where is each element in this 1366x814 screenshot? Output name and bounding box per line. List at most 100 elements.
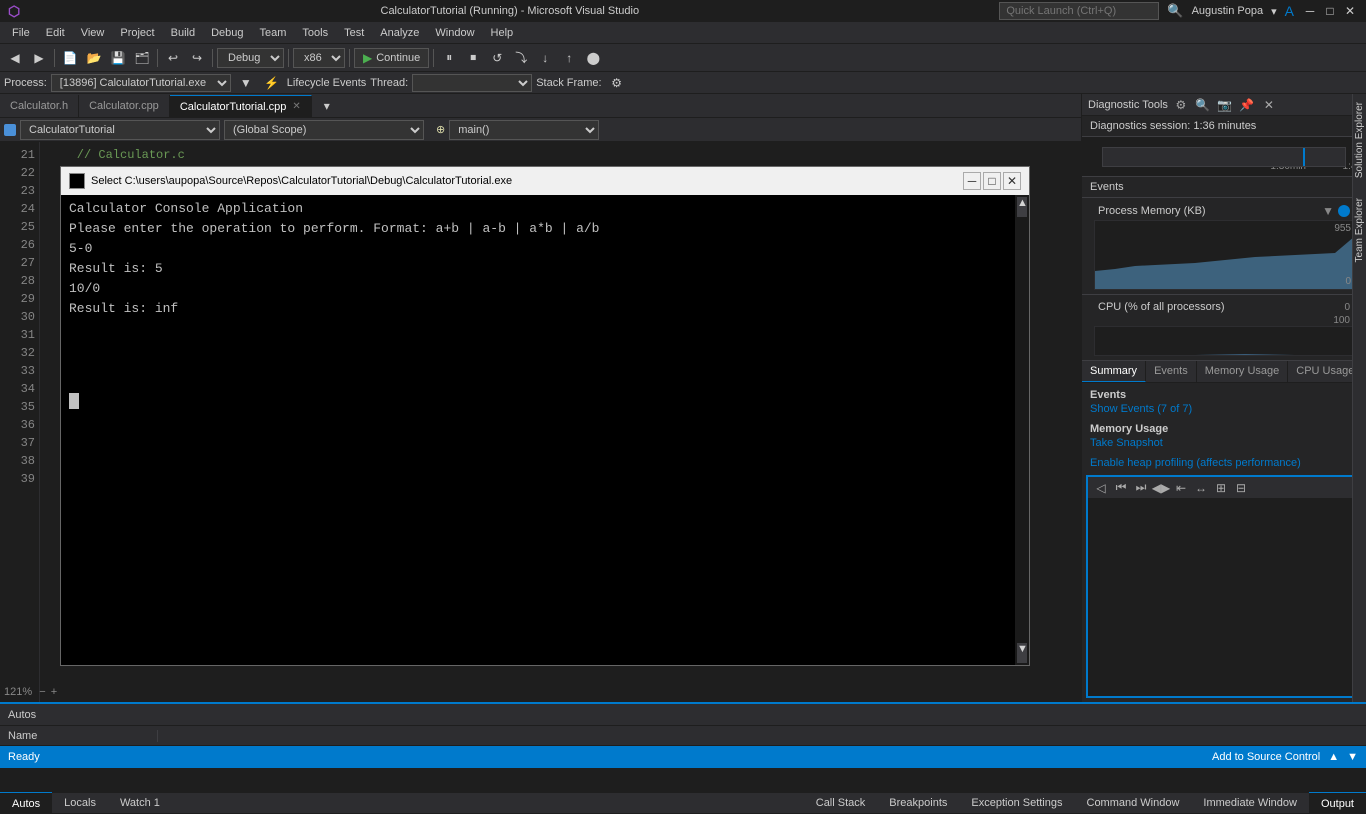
memory-toggle[interactable]: [1338, 205, 1350, 217]
platform-dropdown[interactable]: x86: [293, 48, 345, 68]
back-btn[interactable]: ◀: [4, 47, 26, 69]
project-dropdown[interactable]: CalculatorTutorial: [20, 120, 220, 140]
solution-explorer-label[interactable]: Solution Explorer: [1354, 102, 1365, 178]
console-minimize-btn[interactable]: ─: [963, 172, 981, 190]
stack-settings-btn[interactable]: ⚙: [606, 72, 628, 94]
inner-btn-3[interactable]: ⏭: [1132, 479, 1150, 497]
console-cursor: [69, 393, 79, 409]
stack-frame-label: Stack Frame:: [536, 77, 601, 89]
process-dropdown[interactable]: [13896] CalculatorTutorial.exe: [51, 74, 231, 92]
console-scrollbar[interactable]: ▲ ▼: [1015, 195, 1029, 665]
member-dropdown[interactable]: main(): [449, 120, 599, 140]
close-button[interactable]: ✕: [1342, 3, 1358, 19]
diag-search-btn[interactable]: 🔍: [1194, 96, 1212, 114]
user-dropdown-icon[interactable]: ▾: [1271, 5, 1277, 18]
btab-exception-settings[interactable]: Exception Settings: [959, 792, 1074, 814]
team-explorer-label[interactable]: Team Explorer: [1354, 198, 1365, 262]
menu-window[interactable]: Window: [427, 25, 482, 41]
continue-label: Continue: [376, 52, 420, 64]
inner-btn-4[interactable]: ◀▶: [1152, 479, 1170, 497]
inner-btn-5[interactable]: ⇤: [1172, 479, 1190, 497]
zoom-minus-btn[interactable]: −: [39, 686, 45, 698]
open-btn[interactable]: 📂: [83, 47, 105, 69]
diag-close-btn[interactable]: ✕: [1260, 96, 1278, 114]
step-out-btn[interactable]: ↑: [558, 47, 580, 69]
undo-btn[interactable]: ↩: [162, 47, 184, 69]
scope-dropdown[interactable]: (Global Scope): [224, 120, 424, 140]
btab-output[interactable]: Output: [1309, 792, 1366, 814]
search-icon[interactable]: 🔍: [1167, 3, 1183, 19]
diag-tab-memory-usage[interactable]: Memory Usage: [1197, 361, 1289, 382]
menu-debug[interactable]: Debug: [203, 25, 251, 41]
btab-immediate-window[interactable]: Immediate Window: [1191, 792, 1309, 814]
take-snapshot-btn[interactable]: Take Snapshot: [1090, 435, 1358, 451]
btab-command-window[interactable]: Command Window: [1075, 792, 1192, 814]
show-events-link[interactable]: Show Events (7 of 7): [1090, 403, 1358, 415]
inner-btn-7[interactable]: ⊞: [1212, 479, 1230, 497]
console-maximize-btn[interactable]: □: [983, 172, 1001, 190]
menu-edit[interactable]: Edit: [38, 25, 73, 41]
debug-mode-dropdown[interactable]: Debug: [217, 48, 284, 68]
tab-close-icon[interactable]: ✕: [292, 101, 300, 112]
tab-calculator-cpp[interactable]: Calculator.cpp: [79, 95, 170, 117]
menu-view[interactable]: View: [73, 25, 113, 41]
step-in-btn[interactable]: ↓: [534, 47, 556, 69]
scroll-down-btn[interactable]: ▼: [1017, 643, 1027, 663]
event-btn[interactable]: ⚡: [261, 72, 283, 94]
menu-build[interactable]: Build: [163, 25, 203, 41]
scroll-track[interactable]: [1015, 219, 1029, 641]
diag-tab-summary[interactable]: Summary: [1082, 361, 1146, 382]
menu-help[interactable]: Help: [483, 25, 522, 41]
save-all-btn[interactable]: 🗂: [131, 47, 153, 69]
diag-camera-btn[interactable]: 📷: [1216, 96, 1234, 114]
console-content[interactable]: Calculator Console Application Please en…: [61, 195, 1015, 665]
stop-btn[interactable]: ⏹: [462, 47, 484, 69]
thread-dropdown[interactable]: [412, 74, 532, 92]
diag-pin-btn[interactable]: 📌: [1238, 96, 1256, 114]
quick-launch-input[interactable]: [999, 2, 1159, 20]
save-btn[interactable]: 💾: [107, 47, 129, 69]
new-btn[interactable]: 📄: [59, 47, 81, 69]
minimize-button[interactable]: ─: [1302, 3, 1318, 19]
menu-team[interactable]: Team: [252, 25, 295, 41]
menu-analyze[interactable]: Analyze: [372, 25, 427, 41]
inner-btn-6[interactable]: ↔: [1192, 479, 1210, 497]
inner-btn-1[interactable]: ◁: [1092, 479, 1110, 497]
btab-watch1[interactable]: Watch 1: [108, 792, 172, 814]
menu-tools[interactable]: Tools: [294, 25, 336, 41]
continue-button[interactable]: ▶ Continue: [354, 48, 429, 68]
status-arrow-up[interactable]: ▲: [1328, 751, 1339, 763]
tab-calculator-h[interactable]: Calculator.h: [0, 95, 79, 117]
step-over-btn[interactable]: ⤵: [510, 47, 532, 69]
inner-btn-8[interactable]: ⊟: [1232, 479, 1250, 497]
console-close-btn[interactable]: ✕: [1003, 172, 1021, 190]
btab-callstack[interactable]: Call Stack: [804, 792, 878, 814]
btab-locals[interactable]: Locals: [52, 792, 108, 814]
redo-btn[interactable]: ↪: [186, 47, 208, 69]
btab-breakpoints[interactable]: Breakpoints: [877, 792, 959, 814]
inner-btn-2[interactable]: ⏮: [1112, 479, 1130, 497]
tab-calculatortutorial-cpp[interactable]: CalculatorTutorial.cpp ✕: [170, 95, 312, 117]
heap-profiling-link[interactable]: Enable heap profiling (affects performan…: [1082, 455, 1366, 471]
timeline-track[interactable]: [1102, 147, 1346, 167]
menu-file[interactable]: File: [4, 25, 38, 41]
status-arrow-down[interactable]: ▼: [1347, 751, 1358, 763]
maximize-button[interactable]: □: [1322, 3, 1338, 19]
restart-btn[interactable]: ↺: [486, 47, 508, 69]
menu-project[interactable]: Project: [112, 25, 162, 41]
breakpoints-btn[interactable]: ⬤: [582, 47, 604, 69]
add-to-source-control[interactable]: Add to Source Control: [1212, 751, 1320, 763]
menu-test[interactable]: Test: [336, 25, 372, 41]
btab-autos[interactable]: Autos: [0, 792, 52, 814]
line-numbers: 21 22 23 24 25 26 27 28 29 30 31 32 33 3…: [0, 142, 40, 702]
zoom-plus-btn[interactable]: +: [51, 686, 57, 698]
filter-btn[interactable]: ▼: [235, 72, 257, 94]
filter-icon[interactable]: ▼: [1322, 204, 1334, 218]
scroll-up-btn[interactable]: ▲: [1017, 197, 1027, 217]
zoom-level: 121%: [4, 686, 32, 698]
diag-settings-btn[interactable]: ⚙: [1172, 96, 1190, 114]
pause-btn[interactable]: ⏸: [438, 47, 460, 69]
tab-dropdown-btn[interactable]: ▾: [316, 95, 338, 117]
forward-btn[interactable]: ▶: [28, 47, 50, 69]
diag-tab-events[interactable]: Events: [1146, 361, 1197, 382]
